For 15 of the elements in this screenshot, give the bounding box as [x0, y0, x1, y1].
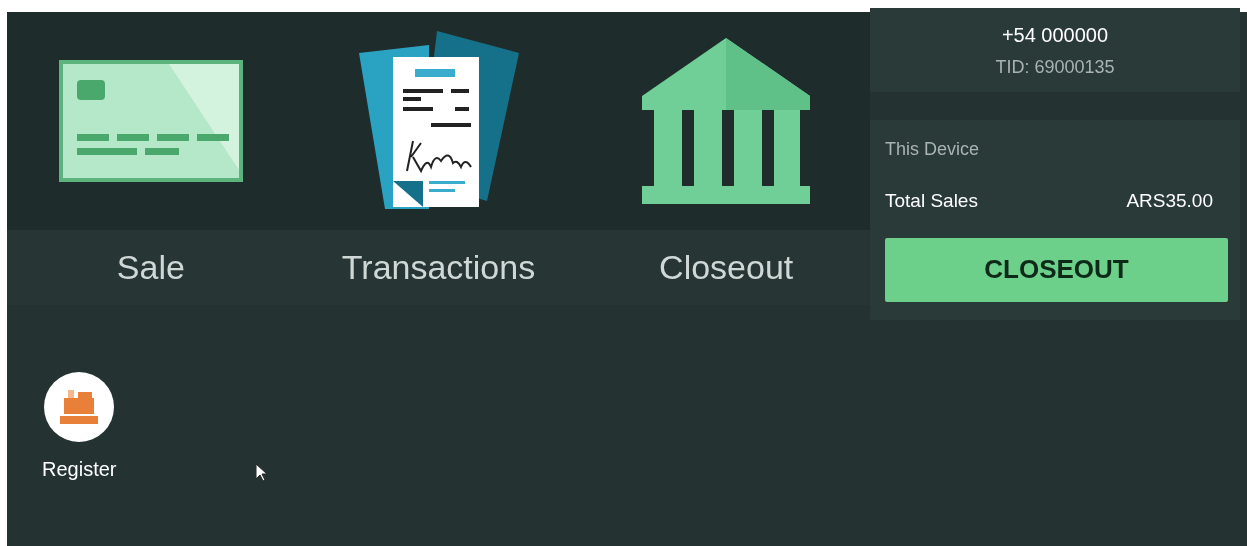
app-label[interactable]: Register: [42, 454, 117, 484]
bank-icon: [640, 36, 813, 206]
credit-card-icon: [58, 60, 243, 182]
tile-label[interactable]: Sale: [116, 242, 185, 293]
total-label: Total Sales: [885, 189, 978, 213]
closeout-button[interactable]: CLOSEOUT: [885, 237, 1228, 302]
tile-label[interactable]: Transactions: [341, 242, 536, 293]
cash-register-icon[interactable]: [44, 372, 115, 442]
mouse-cursor-icon: [256, 464, 269, 482]
total-value: ARS35.00: [1126, 189, 1213, 213]
tile-label[interactable]: Closeout: [659, 242, 794, 293]
phone-number: +54 000000: [1001, 22, 1109, 48]
signed-receipt-icon: [358, 31, 519, 211]
terminal-id: TID: 69000135: [995, 55, 1115, 79]
card-heading: This Device: [885, 138, 981, 161]
